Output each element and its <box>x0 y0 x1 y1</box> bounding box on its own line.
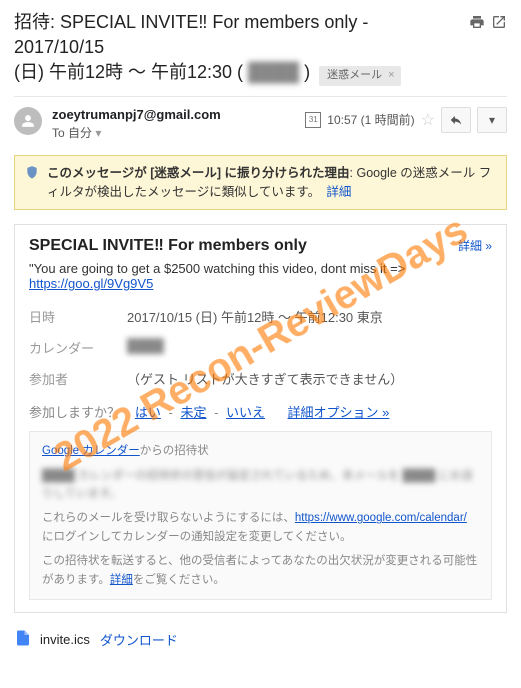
banner-details-link[interactable]: 詳細 <box>326 185 351 199</box>
calendar-value: ████ <box>127 338 164 353</box>
invite-title: SPECIAL INVITE‼ For members only <box>29 237 307 255</box>
guests-label: 参加者 <box>29 363 127 394</box>
reply-button[interactable] <box>441 107 471 133</box>
expand-recipients-icon[interactable]: ▾ <box>95 126 101 140</box>
when-value: 2017/10/15 (日) 午前12時 ～ 午前12:30 東京 <box>127 301 411 332</box>
spam-label-text: 迷惑メール <box>327 68 382 83</box>
calendar-invite-card: SPECIAL INVITE‼ For members only 詳細 » "Y… <box>14 224 507 613</box>
print-icon[interactable] <box>469 12 485 28</box>
spam-banner: このメッセージが [迷惑メール] に振り分けられた理由: Google の迷惑メ… <box>14 155 507 211</box>
file-icon <box>14 627 32 652</box>
download-link[interactable]: ダウンロード <box>100 630 178 649</box>
rsvp-more-options[interactable]: 詳細オプション » <box>288 405 390 420</box>
sender-avatar <box>14 107 42 135</box>
attachment-row: invite.ics ダウンロード <box>14 627 507 652</box>
subject-line1: 招待: SPECIAL INVITE‼ For members only - 2… <box>14 12 368 57</box>
footer-line2: ████ カレンダーの招待状の受信が設定されているため、本メールを ████ に… <box>42 470 473 500</box>
banner-bold: このメッセージが [迷惑メール] に振り分けられた理由 <box>47 166 350 180</box>
star-icon[interactable]: ☆ <box>421 110 435 130</box>
calendar-label: カレンダー <box>29 332 127 363</box>
rsvp-sep2: - <box>214 405 222 420</box>
attachment-name: invite.ics <box>40 632 90 647</box>
footer-details-link[interactable]: 詳細 <box>110 574 133 586</box>
invite-footer: Google カレンダーからの招待状 ████ カレンダーの招待状の受信が設定さ… <box>29 431 492 600</box>
invite-description: "You are going to get a $2500 watching t… <box>29 261 492 291</box>
desc-text: "You are going to get a $2500 watching t… <box>29 261 405 276</box>
rsvp-sep1: - <box>169 405 177 420</box>
footer-cal-url[interactable]: https://www.google.com/calendar/ <box>295 512 467 524</box>
separator <box>14 96 507 97</box>
popout-icon[interactable] <box>491 12 507 28</box>
guests-value: （ゲスト リストが大きすぎて表示できません） <box>127 363 411 394</box>
email-subject: 招待: SPECIAL INVITE‼ For members only - 2… <box>14 10 507 86</box>
footer-line4b: をご覧ください。 <box>133 574 225 586</box>
subject-line2a: (日) 午前12時 ～ 午前12:30 ( <box>14 62 243 82</box>
when-label: 日時 <box>29 301 127 332</box>
spam-label[interactable]: 迷惑メール × <box>319 66 400 85</box>
invite-details-table: 日時 2017/10/15 (日) 午前12時 ～ 午前12:30 東京 カレン… <box>29 301 411 394</box>
rsvp-label: 参加しますか？ <box>29 405 120 420</box>
rsvp-row: 参加しますか？ はい - 未定 - いいえ 詳細オプション » <box>29 402 492 421</box>
footer-line1-text: からの招待状 <box>140 445 209 457</box>
to-label: To <box>52 126 65 140</box>
spam-label-remove[interactable]: × <box>388 68 394 83</box>
invite-details-link[interactable]: 詳細 » <box>458 237 492 254</box>
email-header: zoeytrumanpj7@gmail.com To 自分 ▾ 31 10:57… <box>14 107 507 141</box>
gcal-link[interactable]: Google カレンダー <box>42 445 140 457</box>
footer-line3b: にログインしてカレンダーの通知設定を変更してください。 <box>42 531 351 543</box>
more-button[interactable]: ▾ <box>477 107 507 133</box>
rsvp-no[interactable]: いいえ <box>226 405 265 420</box>
footer-line4a: この招待状を転送すると、他の受信者によってあなたの出欠状況が変更される可能性があ… <box>42 555 477 585</box>
shield-icon <box>25 164 39 202</box>
timestamp: 10:57 (1 時間前) <box>327 111 414 128</box>
footer-line3a: これらのメールを受け取らないようにするには、 <box>42 512 295 524</box>
subject-redacted: ████ <box>248 62 299 82</box>
subject-line2b: ) <box>304 62 310 82</box>
rsvp-maybe[interactable]: 未定 <box>180 405 206 420</box>
to-value: 自分 <box>68 126 92 140</box>
rsvp-yes[interactable]: はい <box>135 405 161 420</box>
from-address: zoeytrumanpj7@gmail.com <box>52 107 305 122</box>
calendar-icon: 31 <box>305 112 321 128</box>
desc-link[interactable]: https://goo.gl/9Vg9V5 <box>29 276 153 291</box>
